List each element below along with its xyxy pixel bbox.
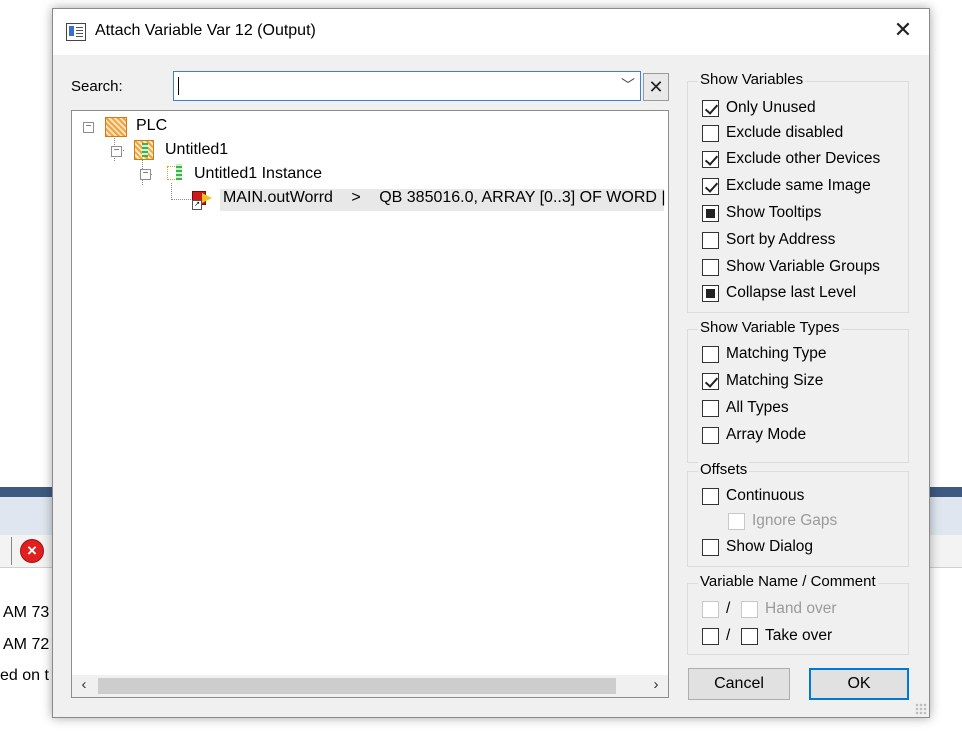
checkbox-box[interactable] <box>702 539 719 556</box>
close-icon: ✕ <box>893 17 913 42</box>
checkbox-label: Exclude other Devices <box>726 150 881 167</box>
resize-grip-icon[interactable] <box>915 703 927 715</box>
checkbox-box[interactable] <box>702 427 719 444</box>
ok-button[interactable]: OK <box>809 668 909 700</box>
tree-node-plc[interactable]: PLC <box>136 117 167 135</box>
show-variables-group: Show Variables Only Unused Exclude disab… <box>687 71 909 313</box>
background-log-line: AM 73 <box>3 604 50 621</box>
group-title: Variable Name / Comment <box>698 573 878 590</box>
name-take-over-checkbox[interactable] <box>702 628 719 645</box>
attach-variable-dialog: Attach Variable Var 12 (Output) ✕ Search… <box>52 8 930 718</box>
checkbox-label: Show Tooltips <box>726 204 822 221</box>
plc-icon <box>105 117 127 137</box>
variable-arrow: > <box>351 189 361 206</box>
checkbox-box[interactable] <box>702 373 719 390</box>
checkbox-box[interactable] <box>702 259 719 276</box>
scrollbar-thumb[interactable] <box>98 678 616 694</box>
offsets-group: Offsets Continuous Ignore Gaps Show Dial… <box>687 461 909 567</box>
search-label: Search: <box>71 78 123 95</box>
checkbox-box[interactable] <box>702 205 719 222</box>
tree-node-main-outworrd[interactable]: MAIN.outWorrd > QB 385016.0, ARRAY [0..3… <box>223 189 666 207</box>
variable-detail: QB 385016.0, ARRAY [0..3] OF WORD | <box>379 189 666 206</box>
checkbox-label: Sort by Address <box>726 231 836 248</box>
output-variable-icon: ↗ <box>192 188 214 210</box>
checkbox-label: Ignore Gaps <box>752 512 838 529</box>
variable-name: MAIN.outWorrd <box>223 189 333 206</box>
name-hand-over-checkbox <box>702 601 719 618</box>
clear-search-button[interactable]: ✕ <box>643 73 669 101</box>
checkbox-label: Matching Size <box>726 372 824 389</box>
search-input[interactable]: ﹀ <box>173 71 641 101</box>
variable-tree[interactable]: − PLC − Untitled1 − Untitled1 Instance ↗… <box>71 110 669 698</box>
checkbox-box[interactable] <box>702 125 719 142</box>
checkbox-label: Continuous <box>726 487 805 504</box>
variable-name-comment-group: Variable Name / Comment / Hand over / Ta… <box>687 573 909 655</box>
group-title: Show Variables <box>698 71 806 88</box>
checkbox-box[interactable] <box>702 178 719 195</box>
dialog-title: Attach Variable Var 12 (Output) <box>95 22 316 39</box>
checkbox-box[interactable] <box>702 232 719 249</box>
scroll-left-icon[interactable]: ‹ <box>74 676 94 693</box>
checkbox-label: Hand over <box>765 600 837 617</box>
comment-hand-over-checkbox <box>741 601 758 618</box>
tree-node-untitled1[interactable]: Untitled1 <box>165 141 228 159</box>
checkbox-box[interactable] <box>702 488 719 505</box>
checkbox-label: Array Mode <box>726 426 807 443</box>
group-title: Show Variable Types <box>698 319 842 336</box>
comment-take-over-checkbox[interactable] <box>741 628 758 645</box>
window-icon <box>66 23 86 41</box>
checkbox-label: Show Dialog <box>726 538 814 555</box>
checkbox-label: Take over <box>765 627 833 644</box>
checkbox-box[interactable] <box>702 151 719 168</box>
checkbox-label: Collapse last Level <box>726 284 857 301</box>
collapse-toggle[interactable]: − <box>83 122 94 133</box>
separator-slash: / <box>726 627 731 644</box>
collapse-toggle[interactable]: − <box>111 146 122 157</box>
close-button[interactable]: ✕ <box>891 19 915 43</box>
instance-icon <box>167 164 185 182</box>
tree-connector <box>171 183 172 200</box>
tree-connector <box>171 199 191 200</box>
checkbox-label: Show Variable Groups <box>726 258 880 275</box>
background-log-line: AM 72 <box>3 636 50 653</box>
checkbox-box <box>728 513 745 530</box>
separator-slash: / <box>726 600 731 617</box>
checkbox-box[interactable] <box>702 346 719 363</box>
checkbox-label: Exclude same Image <box>726 177 871 194</box>
error-icon[interactable]: × <box>21 540 43 562</box>
checkbox-label: Matching Type <box>726 345 827 362</box>
checkbox-box[interactable] <box>702 285 719 302</box>
dropdown-chevron-down-icon[interactable]: ﹀ <box>621 75 635 95</box>
checkbox-label: Exclude disabled <box>726 124 844 141</box>
cancel-button[interactable]: Cancel <box>688 668 790 700</box>
project-icon <box>134 140 154 160</box>
dialog-titlebar: Attach Variable Var 12 (Output) ✕ <box>53 9 929 55</box>
background-log-line: ed on t <box>0 667 49 684</box>
scroll-right-icon[interactable]: › <box>646 676 666 693</box>
checkbox-box[interactable] <box>702 100 719 117</box>
checkbox-label: All Types <box>726 399 789 416</box>
show-variable-types-group: Show Variable Types Matching Type Matchi… <box>687 319 909 463</box>
checkbox-box[interactable] <box>702 400 719 417</box>
tree-node-untitled1-instance[interactable]: Untitled1 Instance <box>194 165 322 183</box>
collapse-toggle[interactable]: − <box>140 169 151 180</box>
group-title: Offsets <box>698 461 750 478</box>
checkbox-label: Only Unused <box>726 99 816 116</box>
horizontal-scrollbar[interactable]: ‹ › <box>72 675 668 697</box>
text-caret <box>178 77 179 95</box>
close-icon: ✕ <box>648 77 664 97</box>
